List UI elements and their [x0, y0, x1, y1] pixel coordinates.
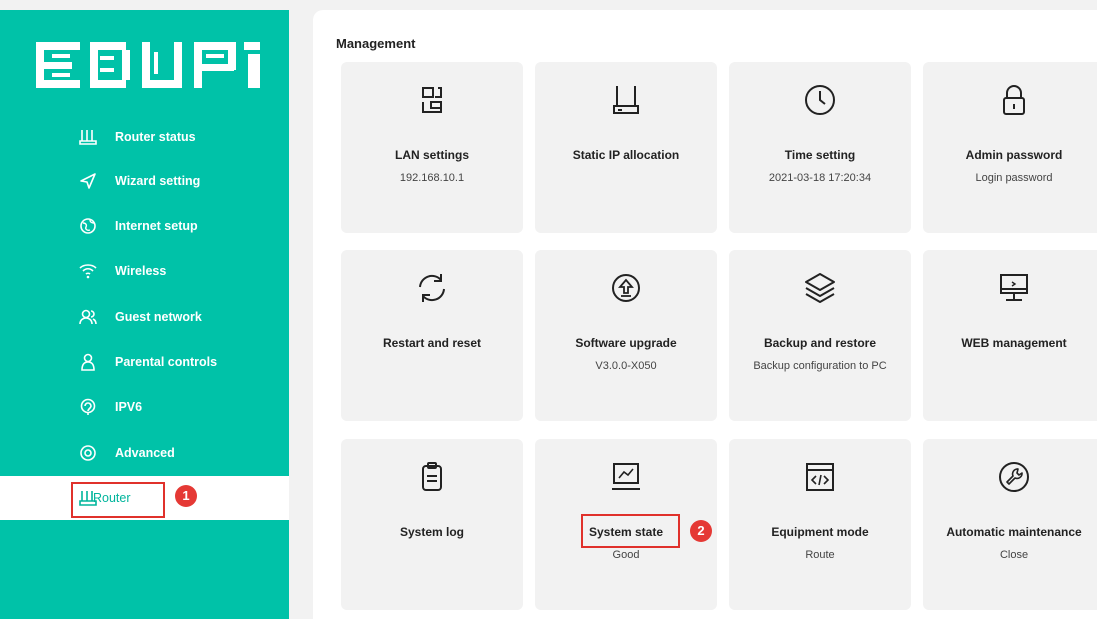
tile-subtitle: 192.168.10.1: [399, 172, 465, 184]
clipboard-icon: [422, 462, 442, 491]
sidebar-item-ipv6[interactable]: IPV6: [0, 385, 289, 429]
wrench-icon: [999, 462, 1029, 492]
tile-restart-and-reset[interactable]: Restart and reset: [341, 250, 523, 421]
tile-subtitle: Route: [805, 549, 835, 561]
tile-software-upgrade[interactable]: Software upgrade V3.0.0-X050: [535, 250, 717, 421]
page-title: Management: [336, 36, 416, 51]
globe-icon: [80, 218, 96, 234]
restart-icon: [419, 274, 445, 302]
tile-title: Time setting: [784, 148, 856, 162]
tile-equipment-mode[interactable]: Equipment mode Route: [729, 439, 911, 610]
sidebar-item-router-status[interactable]: Router status: [0, 115, 289, 159]
ipv6-icon: [80, 398, 96, 415]
sidebar-item-label: Wireless: [115, 264, 167, 278]
tile-subtitle: 2021-03-18 17:20:34: [768, 172, 872, 184]
tile-lan-settings[interactable]: LAN settings 192.168.10.1: [341, 62, 523, 233]
wifi-icon: [79, 264, 97, 279]
layers-icon: [805, 273, 835, 303]
tile-backup-and-restore[interactable]: Backup and restore Backup configuration …: [729, 250, 911, 421]
tile-static-ip-allocation[interactable]: Static IP allocation: [535, 62, 717, 233]
static-ip-icon: [613, 86, 639, 114]
tile-title: Static IP allocation: [572, 148, 680, 162]
sidebar-item-internet-setup[interactable]: Internet setup: [0, 204, 289, 248]
sidebar-item-label: IPV6: [115, 400, 143, 414]
code-window-icon: [806, 463, 834, 491]
lock-icon: [1003, 85, 1025, 115]
tile-title: LAN settings: [394, 148, 469, 162]
tile-title: Backup and restore: [763, 336, 877, 350]
lan-icon: [422, 87, 442, 113]
sidebar-item-wireless[interactable]: Wireless: [0, 249, 289, 293]
tile-title: Automatic maintenance: [946, 525, 1082, 539]
sidebar-item-guest-network[interactable]: Guest network: [0, 295, 289, 339]
monitor-icon: [1000, 274, 1028, 301]
tile-subtitle: Close: [999, 549, 1029, 561]
sidebar-item-label: Internet setup: [115, 219, 198, 233]
sidebar-item-wizard-setting[interactable]: Wizard setting: [0, 159, 289, 203]
sidebar-item-label: Parental controls: [115, 355, 218, 369]
system-state-highlight-box: [581, 514, 680, 548]
tile-title: System log: [399, 525, 465, 539]
sidebar-item-advanced[interactable]: Advanced: [0, 431, 289, 475]
tile-web-management[interactable]: WEB management: [923, 250, 1097, 421]
tile-time-setting[interactable]: Time setting 2021-03-18 17:20:34: [729, 62, 911, 233]
tile-subtitle: V3.0.0-X050: [595, 360, 657, 372]
edup-logo: [36, 42, 260, 88]
wizard-arrow-icon: [80, 173, 96, 189]
sidebar-item-label: Wizard setting: [115, 174, 201, 188]
step-1-badge: 1: [175, 485, 197, 507]
tile-title: WEB management: [961, 336, 1067, 350]
tile-title: Restart and reset: [382, 336, 482, 350]
chart-monitor-icon: [612, 463, 640, 490]
tile-subtitle: Good: [612, 549, 640, 561]
tile-admin-password[interactable]: Admin password Login password: [923, 62, 1097, 233]
step-2-badge: 2: [690, 520, 712, 542]
tile-subtitle: Login password: [975, 172, 1053, 184]
sidebar-item-label: Guest network: [115, 310, 202, 324]
sidebar-item-label: Router status: [115, 130, 196, 144]
tile-title: Equipment mode: [771, 525, 869, 539]
router-highlight-box: [71, 482, 165, 518]
router-status-icon: [79, 130, 97, 145]
parental-user-icon: [81, 353, 95, 371]
tile-system-log[interactable]: System log: [341, 439, 523, 610]
upgrade-icon: [612, 274, 640, 302]
guest-users-icon: [79, 309, 97, 325]
sidebar-item-label: Advanced: [115, 446, 175, 460]
tile-automatic-maintenance[interactable]: Automatic maintenance Close: [923, 439, 1097, 610]
advanced-settings-icon: [80, 445, 96, 461]
clock-icon: [805, 85, 835, 115]
tile-title: Admin password: [965, 148, 1063, 162]
sidebar-item-parental-controls[interactable]: Parental controls: [0, 340, 289, 384]
tile-subtitle: Backup configuration to PC: [753, 360, 887, 372]
tile-title: Software upgrade: [575, 336, 677, 350]
